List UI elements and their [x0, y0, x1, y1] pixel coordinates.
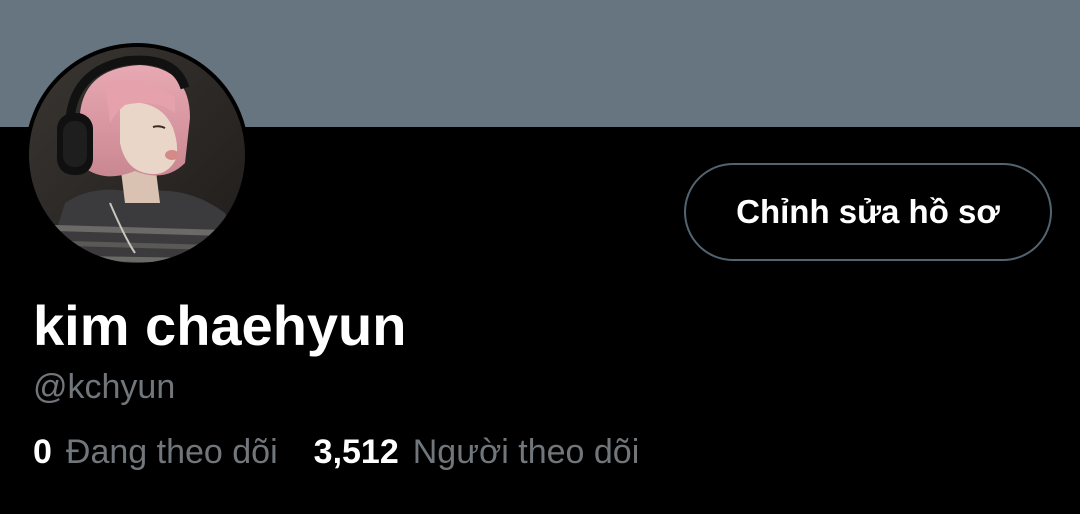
followers-count: 3,512	[313, 433, 399, 471]
profile-stats: 0 Đang theo dõi 3,512 Người theo dõi	[33, 431, 639, 473]
profile-handle: @kchyun	[33, 368, 176, 406]
avatar-image	[29, 47, 245, 263]
avatar[interactable]	[25, 43, 249, 267]
followers-stat-link[interactable]: 3,512 Người theo dõi	[314, 431, 640, 473]
followers-label: Người theo dõi	[412, 433, 640, 471]
following-count: 0	[33, 433, 52, 471]
following-stat-link[interactable]: 0 Đang theo dõi	[33, 431, 278, 473]
profile-display-name: kim chaehyun	[33, 294, 407, 357]
following-label: Đang theo dõi	[65, 433, 278, 471]
edit-profile-button[interactable]: Chỉnh sửa hồ sơ	[684, 163, 1052, 261]
